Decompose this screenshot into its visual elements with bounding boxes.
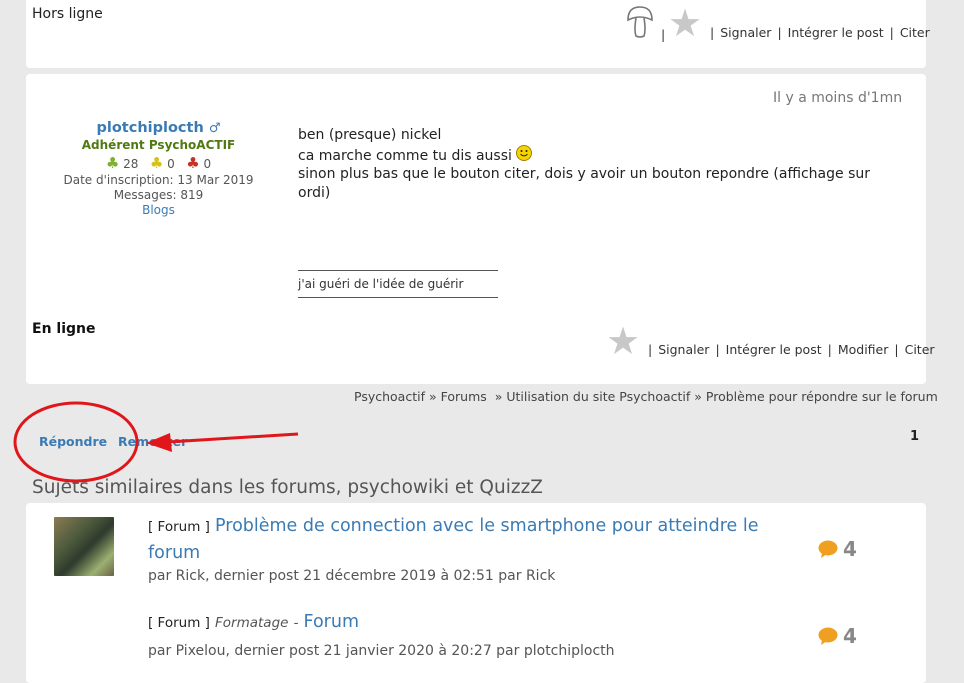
signature: j'ai guéri de l'idée de guérir	[298, 277, 464, 291]
similar-topic-2: [ Forum ] Formatage - Forum	[148, 612, 360, 632]
quote-link[interactable]: Citer	[900, 25, 930, 40]
post-card-1: Hors ligne | ★ | Signaler | Intégrer le pos…	[26, 0, 930, 68]
author-status-online: En ligne	[32, 321, 96, 337]
green-mushroom-icon: ♣	[105, 154, 120, 172]
author-name-link[interactable]: plotchiplocth	[96, 120, 203, 136]
back-to-top-button[interactable]: Remonter	[118, 434, 187, 449]
post-time: Il y a moins d'1mn	[773, 90, 903, 106]
embed-post-link[interactable]: Intégrer le post	[726, 342, 822, 357]
message-count: Messages: 819	[113, 188, 204, 202]
breadcrumb-item[interactable]: Psychoactif	[354, 389, 425, 404]
yellow-mushroom-icon: ♣	[149, 154, 164, 172]
pagination-current[interactable]: 1	[910, 429, 919, 444]
comment-bubble-icon	[818, 540, 838, 562]
breadcrumb-item[interactable]: Problème pour répondre sur le forum	[706, 389, 938, 404]
post-line: ben (presque) nickel	[298, 127, 442, 143]
signature-top-rule	[298, 270, 498, 271]
similar-topics-card: [ Forum ] Problème de connection avec le…	[26, 503, 926, 683]
annotation-arrow	[167, 432, 299, 444]
mushroom-outline-icon[interactable]	[624, 4, 656, 40]
breadcrumb: Psychoactif » Forums » Utilisation du si…	[354, 389, 938, 404]
report-link[interactable]: Signaler	[658, 342, 709, 357]
comment-count: 4	[843, 624, 857, 648]
topic-meta: par Rick, dernier post 21 décembre 2019 …	[148, 568, 556, 584]
report-link[interactable]: Signaler	[720, 25, 771, 40]
comment-bubble-icon	[818, 627, 838, 649]
reply-button[interactable]: Répondre	[39, 434, 107, 449]
edit-link[interactable]: Modifier	[838, 342, 889, 357]
embed-post-link[interactable]: Intégrer le post	[788, 25, 884, 40]
author-status-offline: Hors ligne	[32, 6, 103, 22]
comment-count: 4	[843, 537, 857, 561]
blogs-link[interactable]: Blogs	[142, 203, 175, 217]
signature-bottom-rule	[298, 297, 498, 298]
post-body: ben (presque) nickel ca marche comme tu …	[298, 126, 888, 202]
post-card-2: Il y a moins d'1mn plotchiplocth ♂ Adhér…	[26, 74, 935, 384]
topic-category: Formatage	[215, 615, 289, 631]
smiley-icon	[516, 144, 533, 161]
post-line: ca marche comme tu dis aussi	[298, 147, 512, 164]
breadcrumb-item[interactable]: Forums	[441, 389, 487, 404]
star-rating-icon[interactable]: ★	[606, 322, 640, 360]
quote-link[interactable]: Citer	[905, 342, 935, 357]
breadcrumb-item[interactable]: Utilisation du site Psychoactif	[506, 389, 690, 404]
topic-tag: [ Forum ]	[148, 615, 210, 631]
join-date: Date d'inscription: 13 Mar 2019	[63, 173, 254, 187]
topic-meta: par Pixelou, dernier post 21 janvier 202…	[148, 643, 615, 659]
author-role: Adhérent PsychoACTIF	[81, 138, 236, 152]
topic-thumbnail[interactable]	[54, 517, 114, 576]
topic-title-link[interactable]: Problème de connection avec le smartphon…	[148, 516, 759, 563]
topic-tag: [ Forum ]	[148, 519, 210, 535]
post-actions: | Signaler | Intégrer le post | Citer	[710, 25, 930, 40]
similar-topic-1: [ Forum ] Problème de connection avec le…	[148, 513, 798, 566]
male-gender-icon: ♂	[208, 121, 221, 136]
post-line: sinon plus bas que le bouton citer, dois…	[298, 166, 871, 201]
similar-topics-heading: Sujets similaires dans les forums, psych…	[32, 477, 543, 498]
separator: |	[661, 27, 666, 42]
author-block: plotchiplocth ♂ Adhérent PsychoACTIF ♣ 2…	[36, 120, 281, 217]
star-rating-icon[interactable]: ★	[668, 4, 702, 42]
author-counters: ♣ 28 ♣ 0 ♣ 0	[105, 154, 212, 172]
topic-title-link[interactable]: Forum	[304, 612, 359, 632]
post-actions: | Signaler | Intégrer le post | Modifier | Cite…	[648, 342, 935, 357]
red-mushroom-icon: ♣	[186, 154, 200, 172]
